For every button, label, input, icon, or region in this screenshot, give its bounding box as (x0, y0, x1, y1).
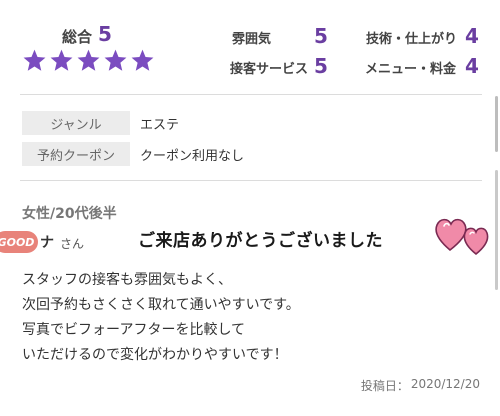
posted-label: 投稿日： (360, 379, 409, 393)
atmosphere-value: 5 (314, 24, 328, 48)
divider (20, 94, 482, 95)
reviewer-name-suffix: さん (60, 237, 85, 251)
thanks-overlay-text: ご来店ありがとうございました (138, 231, 383, 251)
review-line: スタッフの接客も雰囲気もよく、 (22, 272, 232, 288)
reviewer-name: ナ (40, 235, 54, 251)
scrollbar[interactable] (495, 96, 498, 152)
review-body: スタッフの接客も雰囲気もよく、 次回予約もさくさく取れて通いやすいです。 写真で… (22, 268, 482, 368)
genre-value: エステ (140, 117, 180, 133)
star-icon (49, 48, 74, 73)
technique-label: 技術・仕上がり (366, 32, 458, 47)
star-icon (103, 48, 128, 73)
service-label: 接客サービス (230, 62, 309, 77)
reviewer-demographic: 女性/20代後半 (22, 206, 117, 222)
coupon-value: クーポン利用なし (140, 148, 245, 164)
divider (20, 180, 482, 181)
technique-value: 4 (465, 24, 479, 48)
star-rating (22, 48, 155, 73)
service-value: 5 (314, 54, 328, 78)
star-icon (130, 48, 155, 73)
scrollbar-track[interactable] (495, 170, 498, 290)
review-line: いただけるので変化がわかりやすいです！ (22, 347, 288, 363)
posted-date-value: 2020/12/20 (410, 377, 480, 391)
review-line: 次回予約もさくさく取れて通いやすいです。 (22, 297, 300, 313)
atmosphere-label: 雰囲気 (232, 32, 272, 47)
genre-label: ジャンル (22, 111, 130, 135)
genre-row: ジャンル エステ (22, 111, 179, 135)
overall-rating-label: 総合 (62, 28, 93, 46)
good-badge: GOOD (0, 231, 38, 253)
posted-date: 投稿日： 2020/12/20 (361, 377, 480, 394)
hearts-icon (432, 212, 496, 256)
coupon-row: 予約クーポン クーポン利用なし (22, 142, 244, 166)
ratings-panel: 総合 5 雰囲気 5 技術・仕上がり 4 接客サービス 5 メニュー・料金 4 (0, 0, 500, 92)
star-icon (76, 48, 101, 73)
star-icon (22, 48, 47, 73)
overall-rating-value: 5 (98, 22, 112, 46)
coupon-label: 予約クーポン (22, 142, 130, 166)
menu-price-value: 4 (465, 54, 479, 78)
review-line: 写真でビフォーアフターを比較して (22, 322, 246, 338)
menu-price-label: メニュー・料金 (365, 62, 457, 77)
